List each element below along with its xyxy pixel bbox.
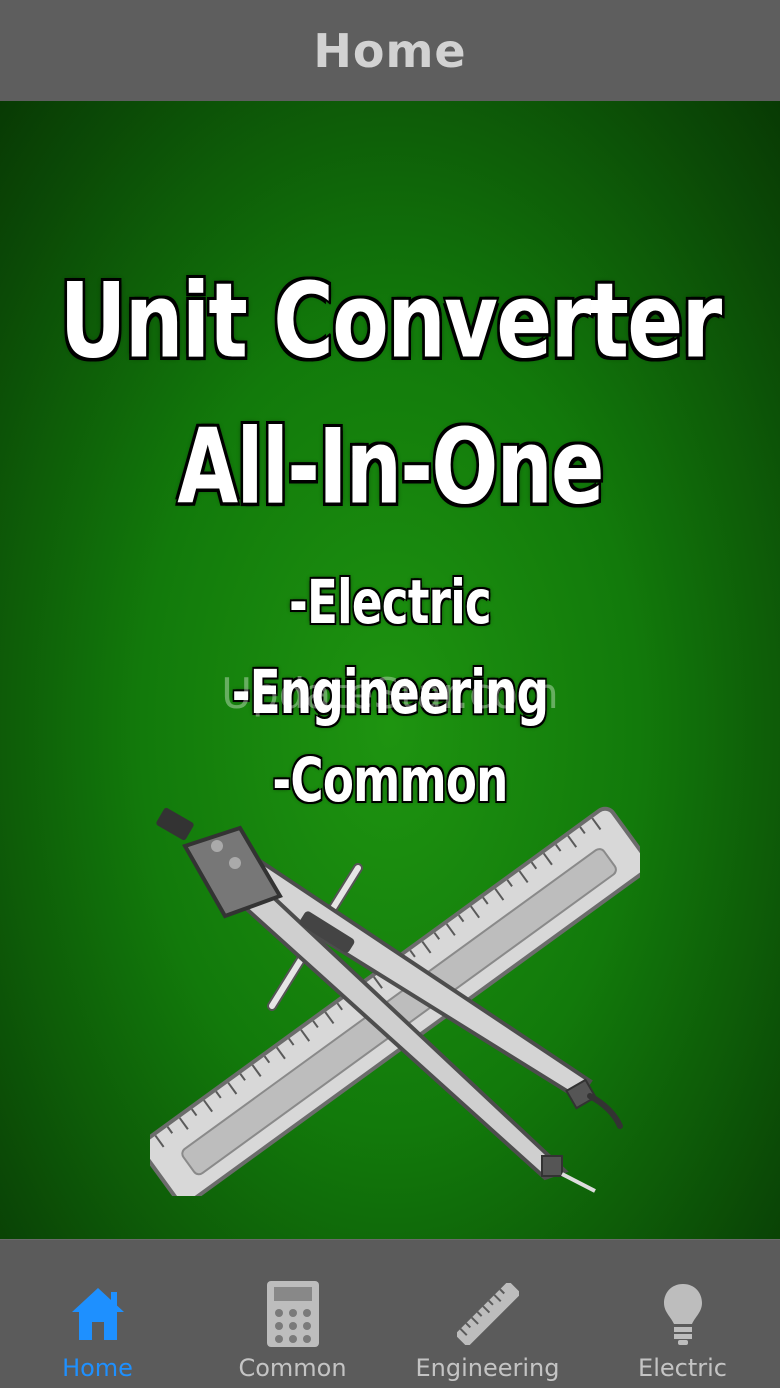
calculator-icon [261, 1278, 325, 1350]
hero-banner: Unit Converter All-In-One -Electric -Eng… [0, 101, 780, 1239]
tab-electric-label: Electric [638, 1354, 727, 1382]
home-icon [66, 1278, 130, 1350]
page-title: Home [313, 23, 467, 78]
tab-engineering-label: Engineering [415, 1354, 560, 1382]
tab-engineering[interactable]: Engineering [390, 1240, 585, 1388]
compass-and-ruler-icon [150, 806, 640, 1196]
navigation-bar: Home [0, 0, 780, 102]
tab-bar: Home Common Engineering Electric [0, 1239, 780, 1388]
hero-title-line2: All-In-One [176, 406, 606, 528]
tab-electric[interactable]: Electric [585, 1240, 780, 1388]
hero-item-common: -Common [272, 744, 508, 816]
tab-home-label: Home [62, 1354, 133, 1382]
hero-item-electric: -Electric [289, 566, 492, 638]
tab-common[interactable]: Common [195, 1240, 390, 1388]
tab-common-label: Common [238, 1354, 347, 1382]
ruler-icon [456, 1278, 520, 1350]
watermark: UpdateStar.com [221, 669, 559, 718]
hero-title-line1: Unit Converter [58, 260, 724, 382]
tab-home[interactable]: Home [0, 1240, 195, 1388]
app-screen: Home Unit Converter All-In-One -Electric… [0, 0, 780, 1388]
lightbulb-icon [651, 1278, 715, 1350]
